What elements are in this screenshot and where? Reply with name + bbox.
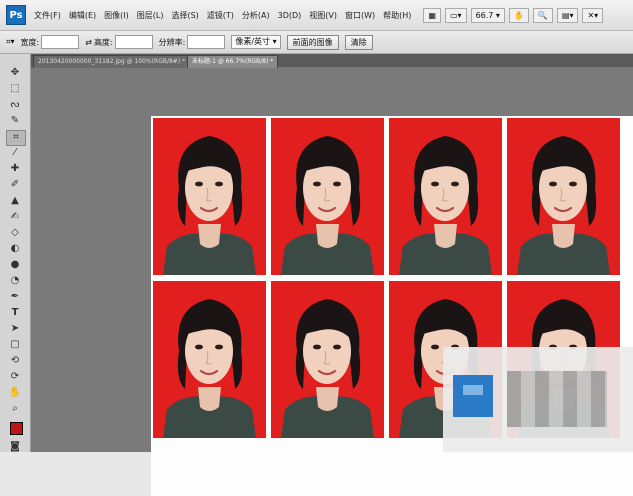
zoom-level-select[interactable]: 66.7 ▾ [470, 7, 505, 23]
portrait-left-eye [313, 181, 321, 187]
menu-view[interactable]: 视图(V) [309, 10, 337, 21]
healing-brush-tool-icon[interactable]: ✚ [6, 162, 24, 176]
swap-icon[interactable]: ⇄ [85, 38, 92, 47]
height-label: 高度: [93, 37, 113, 47]
portrait-left-eye [195, 344, 203, 350]
portrait-illustration [281, 136, 374, 275]
lasso-tool-icon[interactable]: ᔓ [6, 98, 24, 112]
pen-tool-icon[interactable]: ✒ [6, 290, 24, 304]
zoom-level-value: 66.7 [475, 10, 494, 20]
portrait-neck [316, 387, 339, 411]
resolution-unit-select[interactable]: 像素/英寸 ▾ [231, 35, 281, 49]
crop-tool-preset-icon[interactable]: ⌗▾ [6, 37, 15, 47]
portrait-right-eye [333, 344, 341, 350]
menu-window[interactable]: 窗口(W) [345, 10, 375, 21]
id-photo [389, 118, 502, 275]
blur-tool-icon[interactable]: ● [6, 258, 24, 272]
portrait-right-eye [215, 181, 223, 187]
watermark-logo-accent [463, 385, 483, 395]
portrait-illustration [399, 136, 492, 275]
tab-source-image[interactable]: 20130420000000_31182.jpg @ 100%(RGB/8#) … [33, 55, 191, 68]
portrait-illustration [163, 136, 256, 275]
portrait-neck [552, 224, 575, 248]
clone-stamp-tool-icon[interactable]: ▲ [6, 194, 24, 208]
marquee-tool-icon[interactable]: ⬚ [6, 82, 24, 96]
portrait-left-eye [195, 181, 203, 187]
id-photo [153, 118, 266, 275]
hand-tool-sidebar-icon[interactable]: ✋ [6, 386, 24, 400]
brush-tool-icon[interactable]: ✐ [6, 178, 24, 192]
workspace-button[interactable]: ✕▾ [582, 7, 604, 23]
watermark-text-blur [507, 371, 607, 427]
3d-camera-tool-icon[interactable]: ⟳ [6, 370, 24, 384]
portrait-neck [198, 224, 221, 248]
options-bar: ⌗▾ 宽度: ⇄ 高度: 分辨率: 像素/英寸 ▾ 前面的图像 清除 [0, 31, 633, 54]
foreground-color-swatch[interactable] [10, 422, 23, 435]
dodge-tool-icon[interactable]: ◔ [6, 274, 24, 288]
id-photo [271, 118, 384, 275]
portrait-left-eye [431, 181, 439, 187]
portrait-right-eye [333, 181, 341, 187]
history-brush-tool-icon[interactable]: ✍ [6, 210, 24, 224]
document-tabs: 20130420000000_31182.jpg @ 100%(RGB/8#) … [31, 54, 633, 68]
photoshop-logo-icon: Ps [6, 5, 26, 25]
menu-analysis[interactable]: 分析(A) [242, 10, 270, 21]
menu-bar: Ps 文件(F) 编辑(E) 图像(I) 图层(L) 选择(S) 滤镜(T) 分… [0, 0, 633, 31]
resolution-label: 分辨率: [158, 37, 186, 47]
portrait-illustration [281, 299, 374, 438]
screen-mode-button[interactable]: ▭▾ [445, 7, 467, 23]
clear-button[interactable]: 清除 [344, 34, 373, 50]
menu-layer[interactable]: 图层(L) [137, 10, 164, 21]
tab-untitled[interactable]: 未标题-1 @ 66.7%(RGB/8) * [187, 55, 279, 68]
height-field[interactable] [114, 35, 153, 49]
gradient-tool-icon[interactable]: ◐ [6, 242, 24, 256]
arrange-documents-button[interactable]: ▤▾ [556, 7, 579, 23]
pixelated-watermark [443, 347, 633, 452]
zoom-tool-icon[interactable]: 🔍 [532, 7, 553, 23]
width-label: 宽度: [20, 37, 40, 47]
portrait-illustration [517, 136, 610, 275]
portrait-left-eye [549, 181, 557, 187]
portrait-right-eye [569, 181, 577, 187]
portrait-left-eye [431, 344, 439, 350]
move-tool-icon[interactable]: ✥ [6, 66, 24, 80]
quick-select-tool-icon[interactable]: ✎ [6, 114, 24, 128]
eyedropper-tool-icon[interactable]: ⁄ [6, 146, 24, 160]
menu-image[interactable]: 图像(I) [104, 10, 129, 21]
resolution-field[interactable] [187, 35, 226, 49]
portrait-right-eye [215, 344, 223, 350]
watermark-logo-block [453, 375, 493, 417]
id-photo [507, 118, 620, 275]
menu-select[interactable]: 选择(S) [171, 10, 198, 21]
portrait-left-eye [313, 344, 321, 350]
portrait-neck [198, 387, 221, 411]
portrait-neck [434, 224, 457, 248]
width-field[interactable] [41, 35, 80, 49]
menu-file[interactable]: 文件(F) [34, 10, 61, 21]
3d-rotate-tool-icon[interactable]: ⟲ [6, 354, 24, 368]
id-photo [153, 281, 266, 438]
zoom-tool-sidebar-icon[interactable]: ⌕ [6, 402, 24, 416]
menu-3d[interactable]: 3D(D) [278, 11, 302, 20]
tools-panel: ✥ ⬚ ᔓ ✎ ⌗ ⁄ ✚ ✐ ▲ ✍ ◇ ◐ ● ◔ ✒ T ➤ ▢ ⟲ ⟳ … [0, 54, 31, 452]
crop-tool-icon[interactable]: ⌗ [6, 130, 26, 146]
menu-filter[interactable]: 滤镜(T) [207, 10, 234, 21]
id-photo [271, 281, 384, 438]
portrait-illustration [163, 299, 256, 438]
menu-help[interactable]: 帮助(H) [383, 10, 411, 21]
path-select-tool-icon[interactable]: ➤ [6, 322, 24, 336]
resolution-unit-value: 像素/英寸 [235, 37, 271, 46]
hand-tool-icon[interactable]: ✋ [508, 7, 529, 23]
eraser-tool-icon[interactable]: ◇ [6, 226, 24, 240]
menu-edit[interactable]: 编辑(E) [69, 10, 96, 21]
portrait-right-eye [451, 181, 459, 187]
type-tool-icon[interactable]: T [6, 306, 24, 320]
portrait-neck [316, 224, 339, 248]
front-image-button[interactable]: 前面的图像 [286, 34, 339, 50]
shape-tool-icon[interactable]: ▢ [6, 338, 24, 352]
bridge-button[interactable]: ▦ [423, 7, 441, 23]
